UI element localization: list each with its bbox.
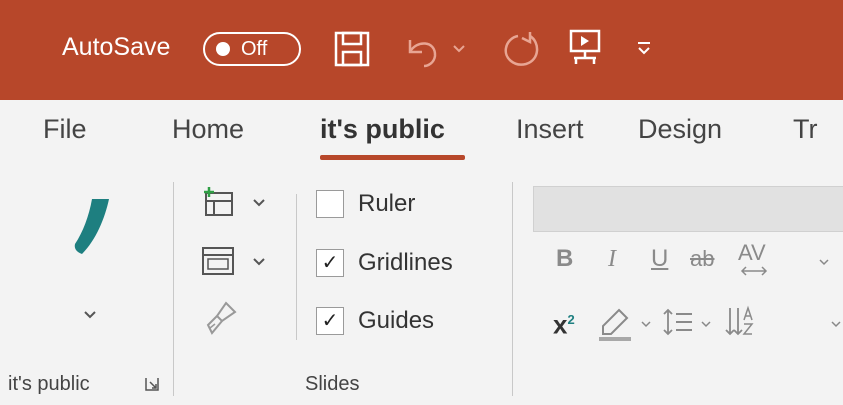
tab-file[interactable]: File bbox=[43, 112, 87, 146]
chevron-down-icon[interactable] bbox=[252, 257, 266, 267]
guides-label: Guides bbox=[358, 307, 435, 334]
chevron-down-icon[interactable] bbox=[830, 320, 842, 330]
tab-design[interactable]: Design bbox=[638, 112, 722, 146]
check-icon: ✓ bbox=[321, 310, 339, 332]
character-spacing-button[interactable]: AV bbox=[738, 238, 766, 268]
ruler-option[interactable]: Ruler bbox=[316, 188, 415, 220]
guides-checkbox[interactable]: ✓ bbox=[316, 307, 344, 335]
redo-icon[interactable] bbox=[500, 28, 544, 72]
highlight-pen-icon[interactable] bbox=[597, 306, 633, 342]
autosave-label: AutoSave bbox=[62, 33, 171, 61]
superscript-button[interactable]: x2 bbox=[553, 305, 575, 340]
text-direction-icon[interactable] bbox=[722, 304, 758, 340]
title-bar: AutoSave Off bbox=[0, 0, 843, 100]
guides-option[interactable]: ✓ Guides bbox=[316, 305, 434, 337]
chevron-down-icon[interactable] bbox=[252, 198, 266, 208]
chevron-down-icon[interactable] bbox=[818, 258, 830, 268]
chevron-down-icon[interactable] bbox=[452, 44, 466, 54]
bold-button[interactable]: B bbox=[556, 244, 573, 274]
tab-insert[interactable]: Insert bbox=[516, 112, 584, 146]
group-label-its-public: it's public bbox=[8, 373, 90, 395]
ruler-checkbox[interactable] bbox=[316, 190, 344, 218]
toggle-knob bbox=[216, 42, 230, 56]
strikethrough-button[interactable]: ab bbox=[690, 244, 714, 274]
group-label-slides: Slides bbox=[305, 373, 360, 395]
line-spacing-icon[interactable] bbox=[662, 306, 694, 338]
check-icon: ✓ bbox=[321, 252, 339, 274]
tab-its-public[interactable]: it's public bbox=[320, 112, 445, 146]
active-tab-indicator bbox=[320, 155, 465, 160]
italic-button[interactable]: I bbox=[608, 244, 616, 274]
superscript-x: x bbox=[553, 309, 568, 340]
pen-icon[interactable] bbox=[72, 196, 112, 256]
tab-transitions[interactable]: Tr bbox=[793, 112, 817, 146]
font-name-dropdown[interactable] bbox=[533, 186, 843, 232]
autosave-toggle[interactable]: Off bbox=[203, 32, 301, 66]
undo-icon[interactable] bbox=[402, 30, 442, 70]
ruler-label: Ruler bbox=[358, 190, 416, 217]
layout-icon[interactable] bbox=[200, 245, 236, 277]
present-icon[interactable] bbox=[568, 28, 602, 68]
tab-home[interactable]: Home bbox=[172, 112, 244, 146]
autosave-state: Off bbox=[241, 38, 268, 60]
gridlines-label: Gridlines bbox=[358, 249, 453, 276]
dialog-launcher-icon[interactable] bbox=[144, 376, 160, 392]
chevron-down-icon[interactable] bbox=[83, 310, 97, 320]
spacing-arrows-icon bbox=[740, 266, 768, 276]
superscript-2: 2 bbox=[567, 312, 575, 327]
underline-button[interactable]: U bbox=[651, 244, 668, 274]
new-slide-icon[interactable] bbox=[200, 184, 236, 220]
chevron-down-icon[interactable] bbox=[640, 320, 652, 330]
format-painter-icon[interactable] bbox=[202, 300, 238, 336]
chevron-down-icon[interactable] bbox=[700, 320, 712, 330]
group-separator bbox=[173, 182, 174, 396]
customize-icon[interactable] bbox=[636, 40, 652, 56]
gridlines-checkbox[interactable]: ✓ bbox=[316, 249, 344, 277]
gridlines-option[interactable]: ✓ Gridlines bbox=[316, 247, 453, 279]
group-separator bbox=[296, 194, 297, 340]
save-icon[interactable] bbox=[333, 30, 371, 68]
group-separator bbox=[512, 182, 513, 396]
